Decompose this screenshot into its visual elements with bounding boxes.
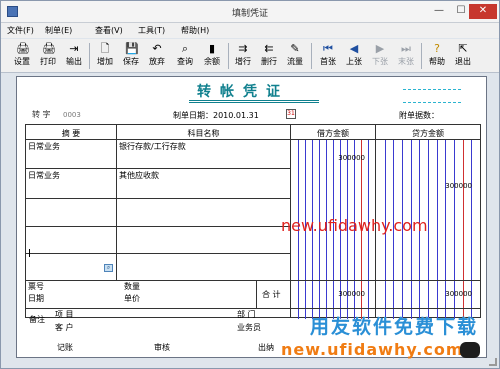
next-voucher-button[interactable]: ▶ 下张 [368, 42, 392, 71]
salesperson-label: 业务员 [237, 323, 261, 332]
insert-row-button[interactable]: ⇉ 增行 [231, 42, 255, 71]
exit-button[interactable]: ⇱ 退出 [451, 42, 475, 71]
header-summary: 摘 要 [61, 129, 81, 138]
minimize-button[interactable]: — [428, 4, 450, 19]
toolbar-separator [421, 43, 422, 69]
grid-line [26, 139, 480, 140]
binoculars-icon: ⌕ [181, 42, 189, 55]
calendar-icon[interactable]: 31 [286, 109, 296, 119]
insert-row-icon: ⇉ [238, 42, 248, 55]
header-credit: 贷方金额 [412, 129, 444, 138]
last-icon: ⏭ [401, 42, 411, 55]
remarks-label: 备注 [29, 315, 45, 324]
menu-help[interactable]: 帮助(H) [181, 25, 209, 36]
setup-button[interactable]: 🖨 设置 [10, 42, 34, 71]
discard-button[interactable]: ↶ 放弃 [145, 42, 169, 71]
header-debit: 借方金额 [317, 129, 349, 138]
department-label: 部 门 [237, 310, 256, 319]
attachments-label: 附单据数： [399, 111, 439, 120]
unit-price-label: 单价 [124, 294, 140, 303]
row-1-debit[interactable]: 300000 [293, 154, 365, 162]
add-icon: 🗋 [100, 42, 110, 55]
project-label: 项 目 [55, 310, 74, 319]
save-icon: 💾 [125, 42, 139, 55]
voucher-type-box[interactable] [403, 89, 461, 103]
row-1-account[interactable]: 银行存款/工行存款 [119, 142, 186, 152]
grid-line [26, 168, 290, 169]
toolbar-separator [228, 43, 229, 69]
query-button[interactable]: ⌕ 查询 [173, 42, 197, 71]
first-voucher-button[interactable]: ⏮ 首张 [316, 42, 340, 71]
export-icon: ⇥ [69, 42, 79, 55]
previous-voucher-button[interactable]: ◀ 上张 [342, 42, 366, 71]
print-icon: 🖨 [42, 42, 56, 55]
voucher-number[interactable]: 0003 [63, 111, 81, 119]
delete-row-icon: ⇇ [264, 42, 274, 55]
resize-grip[interactable] [489, 358, 497, 366]
menu-view[interactable]: 查看(V) [95, 25, 123, 36]
grid-line [26, 308, 480, 309]
next-icon: ▶ [375, 42, 385, 55]
row-1-summary[interactable]: 日常业务 [28, 142, 60, 152]
help-icon: ? [434, 42, 440, 55]
voucher-title: 转帐凭证 [197, 84, 289, 100]
help-button[interactable]: ? 帮助 [425, 42, 449, 71]
grid-line [26, 280, 480, 281]
watermark-logo-icon [460, 342, 480, 358]
print-button[interactable]: 🖨 打印 [36, 42, 60, 71]
reviewed-by-label: 审核 [154, 343, 170, 352]
row-2-credit[interactable]: 300000 [400, 182, 472, 190]
grid-line [26, 198, 290, 199]
ticket-no-label: 票号 [28, 282, 44, 291]
printer-setup-icon: 🖨 [16, 42, 30, 55]
posted-by-label: 记账 [57, 343, 73, 352]
title-bar: 填制凭证 — ☐ ✕ [1, 1, 499, 23]
grid-line [116, 125, 117, 280]
menu-bar: 文件(F) 制单(E) 查看(V) 工具(T) 帮助(H) [1, 23, 499, 38]
watermark-url-red: new.ufidawhy.com [281, 216, 428, 235]
toolbar-separator [89, 43, 90, 69]
save-button[interactable]: 💾 保存 [119, 42, 143, 71]
balance-button[interactable]: ▮ 余额 [200, 42, 224, 71]
customer-label: 客 户 [55, 323, 74, 332]
toolbar: 🖨 设置 🖨 打印 ⇥ 输出 🗋 增加 💾 保存 ↶ 放弃 ⌕ 查询 ▮ 余额 ⇉ 增行 ⇇ 删行 … [1, 39, 499, 73]
menu-file[interactable]: 文件(F) [7, 25, 34, 36]
quantity-label: 数量 [124, 282, 140, 291]
grid-line [26, 226, 290, 227]
total-label: 合 计 [262, 290, 281, 299]
total-debit: 300000 [338, 290, 365, 298]
export-button[interactable]: ⇥ 输出 [62, 42, 86, 71]
menu-tools[interactable]: 工具(T) [138, 25, 165, 36]
row-2-summary[interactable]: 日常业务 [28, 171, 60, 181]
voucher-date[interactable]: 制单日期：2010.01.31 [173, 110, 259, 121]
voucher-kind-label: 转 字 [32, 110, 51, 119]
watermark-download-blue: 用友软件免费下载 [310, 316, 479, 338]
watermark-url-orange: new.ufidawhy.com [281, 340, 464, 359]
delete-row-button[interactable]: ⇇ 删行 [257, 42, 281, 71]
exit-icon: ⇱ [458, 42, 468, 55]
add-button[interactable]: 🗋 增加 [93, 42, 117, 71]
header-account: 科目名称 [187, 129, 220, 138]
title-underline [189, 100, 319, 103]
date-label: 日期 [28, 294, 44, 303]
balance-chart-icon: ▮ [208, 42, 216, 55]
previous-icon: ◀ [349, 42, 359, 55]
first-icon: ⏮ [323, 42, 333, 55]
menu-voucher[interactable]: 制单(E) [45, 25, 72, 36]
toolbar-separator [311, 43, 312, 69]
last-voucher-button[interactable]: ⏭ 末张 [394, 42, 418, 71]
text-cursor [29, 249, 30, 257]
cashflow-icon: ✎ [290, 42, 300, 55]
close-button[interactable]: ✕ [469, 4, 497, 19]
window-title: 填制凭证 [231, 9, 268, 19]
grid-line [26, 253, 290, 254]
row-2-account[interactable]: 其他应收款 [119, 171, 159, 181]
undo-icon: ↶ [152, 42, 162, 55]
cashier-label: 出纳 [258, 343, 274, 352]
cashflow-button[interactable]: ✎ 流量 [283, 42, 307, 71]
grid-line [256, 280, 257, 308]
account-search-icon[interactable]: ⌕ [104, 264, 113, 272]
total-credit: 300000 [445, 290, 472, 298]
